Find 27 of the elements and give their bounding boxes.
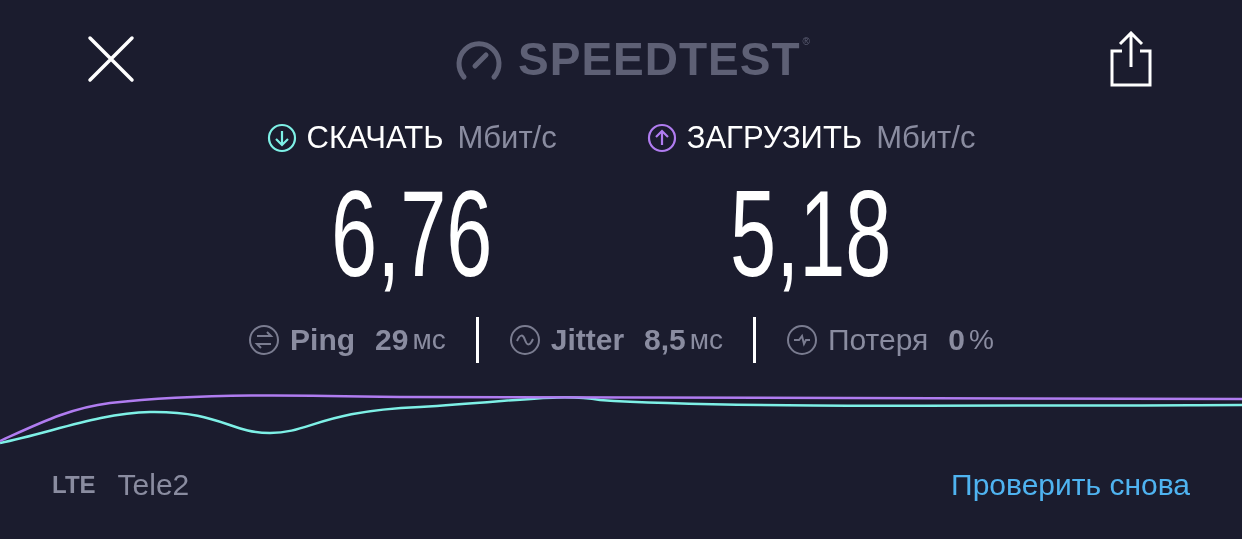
unit-label: Мбит/с [876,120,976,156]
trademark-mark: ® [802,36,810,47]
result-label: ЗАГРУЗИТЬ [686,120,863,156]
stat-label: Jitter [550,323,625,358]
result-label: СКАЧАТЬ [306,120,444,156]
wave-icon [508,324,541,357]
stat-label: Потеря [828,323,929,358]
close-button[interactable] [86,34,136,84]
speed-value: 6,76 [330,170,493,299]
share-icon [1108,31,1154,87]
stat-value: 8,5 [644,323,686,358]
stat-unit: % [969,324,994,357]
stat-unit: мс [689,324,724,357]
carrier-name: Tele2 [117,468,190,503]
stat-label: Ping [290,323,356,358]
close-icon [86,34,136,84]
share-button[interactable] [1108,31,1154,87]
stat-unit: мс [412,324,446,357]
arrows-icon [248,324,281,357]
retry-link[interactable]: Проверить снова [951,468,1190,503]
logo-text: SPEEDTEST [518,32,801,86]
speed-value: 5,18 [730,170,892,299]
network-type: LTE [52,471,96,500]
stat-value: 29 [375,323,409,358]
unit-label: Мбит/с [457,120,557,156]
stat-value: 0 [948,323,965,358]
pulse-icon [786,324,819,357]
